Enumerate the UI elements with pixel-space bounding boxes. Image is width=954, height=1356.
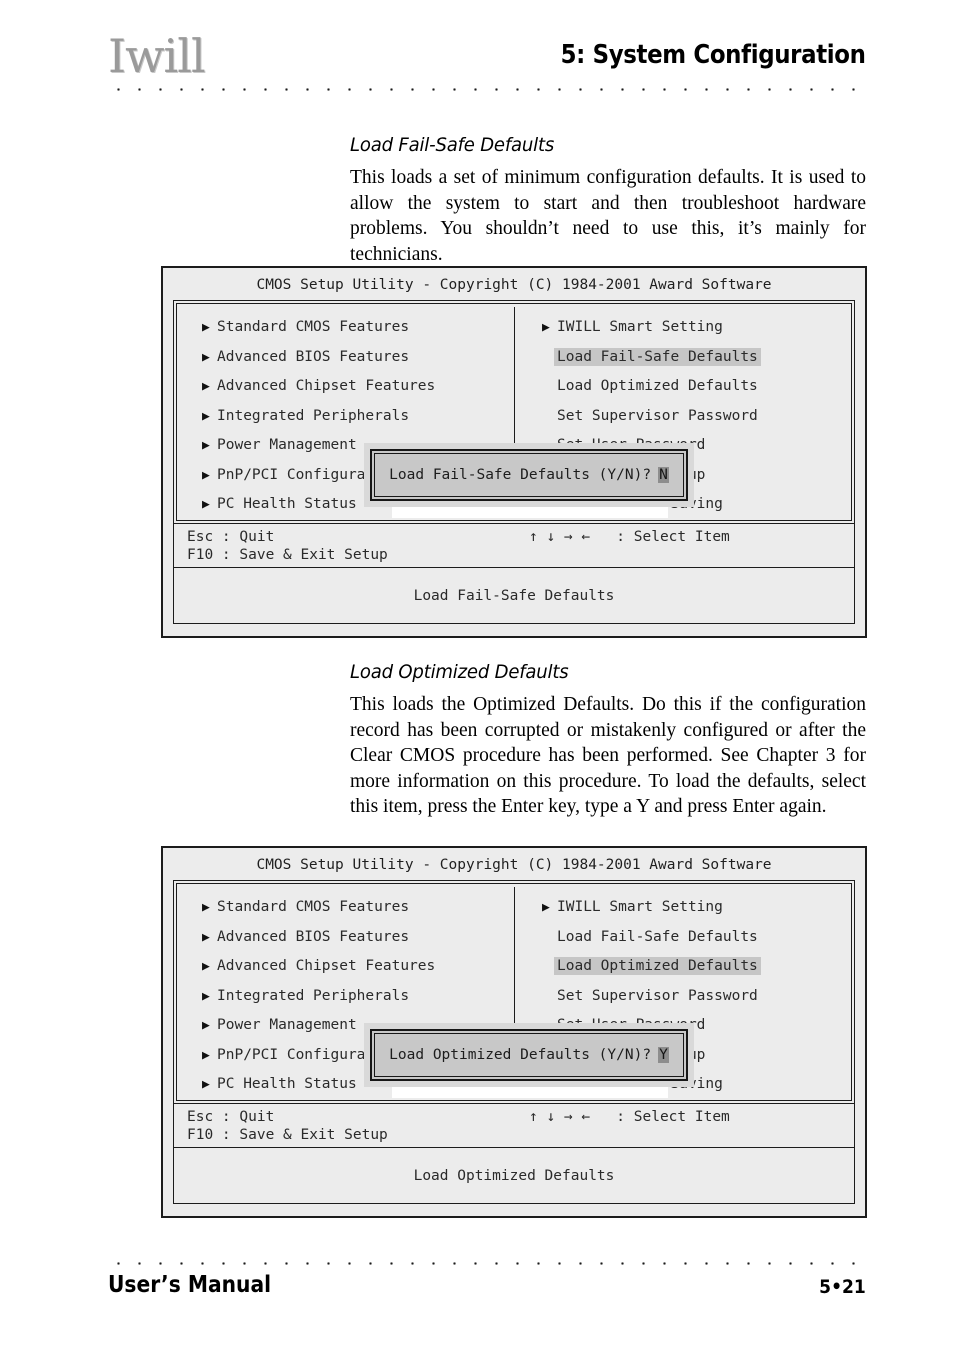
key-help-f10: F10 : Save & Exit Setup bbox=[187, 546, 388, 563]
dialog-prompt: Load Optimized Defaults (Y/N)? bbox=[389, 1047, 652, 1063]
menu-item-label: Set Supervisor Password bbox=[557, 987, 758, 1004]
menu-item-label: Load Fail-Safe Defaults bbox=[557, 928, 758, 945]
footer-dotted-rule bbox=[108, 1262, 866, 1265]
menu-item-advanced-bios-features[interactable]: ▶ Advanced BIOS Features bbox=[202, 343, 514, 373]
menu-item-label: Power Management bbox=[217, 1017, 357, 1033]
menu-item-advanced-bios-features[interactable]: ▶ Advanced BIOS Features bbox=[202, 923, 514, 953]
menu-item-label: IWILL Smart Setting bbox=[557, 899, 723, 915]
dialog-shadow-strip bbox=[392, 501, 668, 518]
triangle-right-icon-placeholder: ▶ bbox=[542, 982, 557, 1012]
dialog-content: Load Fail-Safe Defaults (Y/N)? N bbox=[372, 451, 686, 499]
triangle-right-icon: ▶ bbox=[202, 467, 210, 483]
footer-page-number: 5•21 bbox=[819, 1276, 866, 1298]
menu-item-integrated-peripherals[interactable]: ▶ Integrated Peripherals bbox=[202, 982, 514, 1012]
section-heading-optimized: Load Optimized Defaults bbox=[350, 661, 569, 683]
bios-status-bar: Load Fail-Safe Defaults bbox=[173, 568, 855, 624]
menu-item-set-supervisor-password[interactable]: ▶Set Supervisor Password bbox=[542, 402, 854, 432]
menu-item-label: IWILL Smart Setting bbox=[557, 319, 723, 335]
key-help-select-item: ↑ ↓ → ← : Select Item bbox=[529, 1109, 730, 1125]
menu-item-label: Load Optimized Defaults bbox=[557, 378, 758, 394]
menu-item-integrated-peripherals[interactable]: ▶ Integrated Peripherals bbox=[202, 402, 514, 432]
menu-item-label: Standard CMOS Features bbox=[217, 319, 410, 335]
bios-key-help-bar: Esc : Quit F10 : Save & Exit Setup ↑ ↓ →… bbox=[173, 524, 855, 568]
triangle-right-icon: ▶ bbox=[202, 497, 210, 512]
bios-status-bar: Load Optimized Defaults bbox=[173, 1148, 855, 1204]
menu-item-label: Advanced Chipset Features bbox=[217, 958, 436, 974]
key-help-f10: F10 : Save & Exit Setup bbox=[187, 1126, 388, 1143]
status-text: Load Fail-Safe Defaults bbox=[413, 587, 615, 604]
status-text: Load Optimized Defaults bbox=[413, 1167, 615, 1184]
triangle-right-icon: ▶ bbox=[202, 900, 210, 915]
dialog-answer-cursor[interactable]: N bbox=[658, 467, 669, 483]
triangle-right-icon: ▶ bbox=[202, 1077, 210, 1092]
bios-title-bar: CMOS Setup Utility - Copyright (C) 1984-… bbox=[256, 277, 772, 293]
triangle-right-icon: ▶ bbox=[202, 1018, 210, 1033]
confirm-dialog-optimized[interactable]: Load Optimized Defaults (Y/N)? Y bbox=[370, 1029, 688, 1081]
menu-item-label: Advanced BIOS Features bbox=[217, 928, 410, 945]
menu-item-iwill-smart-setting[interactable]: ▶ IWILL Smart Setting bbox=[542, 893, 854, 923]
triangle-right-icon: ▶ bbox=[202, 349, 210, 365]
iwill-logo: Iwill bbox=[108, 33, 206, 79]
triangle-right-icon: ▶ bbox=[202, 320, 210, 335]
triangle-right-icon: ▶ bbox=[202, 438, 210, 453]
menu-item-advanced-chipset-features[interactable]: ▶ Advanced Chipset Features bbox=[202, 952, 514, 982]
menu-item-label: Advanced BIOS Features bbox=[217, 348, 410, 365]
menu-item-load-fail-safe-defaults[interactable]: ▶Load Fail-Safe Defaults bbox=[542, 343, 854, 373]
section-body-optimized: This loads the Optimized Defaults. Do th… bbox=[350, 694, 866, 818]
dialog-shadow-strip bbox=[392, 1081, 668, 1098]
triangle-right-icon-placeholder: ▶ bbox=[542, 923, 557, 953]
key-help-esc: Esc : Quit bbox=[187, 1109, 275, 1125]
confirm-dialog-fail-safe[interactable]: Load Fail-Safe Defaults (Y/N)? N bbox=[370, 449, 688, 501]
dialog-content: Load Optimized Defaults (Y/N)? Y bbox=[372, 1031, 686, 1079]
triangle-right-icon: ▶ bbox=[202, 929, 210, 945]
key-help-select-item: ↑ ↓ → ← : Select Item bbox=[529, 529, 730, 545]
menu-item-standard-cmos-features[interactable]: ▶ Standard CMOS Features bbox=[202, 313, 514, 343]
bios-screenshot-fail-safe: CMOS Setup Utility - Copyright (C) 1984-… bbox=[161, 266, 867, 638]
bios-screenshot-optimized: CMOS Setup Utility - Copyright (C) 1984-… bbox=[161, 846, 867, 1218]
menu-item-advanced-chipset-features[interactable]: ▶ Advanced Chipset Features bbox=[202, 372, 514, 402]
triangle-right-icon: ▶ bbox=[202, 1047, 210, 1063]
dialog-prompt: Load Fail-Safe Defaults (Y/N)? bbox=[389, 467, 652, 483]
triangle-right-icon: ▶ bbox=[202, 379, 210, 394]
triangle-right-icon: ▶ bbox=[202, 988, 210, 1004]
triangle-right-icon: ▶ bbox=[202, 408, 210, 424]
dialog-answer-cursor[interactable]: Y bbox=[658, 1047, 669, 1063]
menu-item-label: Standard CMOS Features bbox=[217, 899, 410, 915]
menu-item-set-supervisor-password[interactable]: ▶Set Supervisor Password bbox=[542, 982, 854, 1012]
menu-item-label: Power Management bbox=[217, 437, 357, 453]
triangle-right-icon: ▶ bbox=[202, 959, 210, 974]
page-title: 5: System Configuration bbox=[561, 40, 866, 70]
key-help-left: Esc : Quit F10 : Save & Exit Setup bbox=[187, 1109, 388, 1144]
section-heading-fail-safe: Load Fail-Safe Defaults bbox=[350, 134, 555, 156]
section-body-fail-safe: This loads a set of minimum configuratio… bbox=[350, 167, 866, 265]
page-header: Iwill 5: System Configuration bbox=[0, 0, 954, 110]
menu-item-label: Advanced Chipset Features bbox=[217, 378, 436, 394]
menu-item-label: Integrated Peripherals bbox=[217, 987, 410, 1004]
menu-item-label: PC Health Status bbox=[217, 496, 357, 512]
triangle-right-icon: ▶ bbox=[542, 900, 550, 915]
menu-item-load-optimized-defaults[interactable]: ▶Load Optimized Defaults bbox=[542, 952, 854, 982]
menu-item-load-optimized-defaults[interactable]: ▶Load Optimized Defaults bbox=[542, 372, 854, 402]
bios-key-help-bar: Esc : Quit F10 : Save & Exit Setup ↑ ↓ →… bbox=[173, 1104, 855, 1148]
triangle-right-icon: ▶ bbox=[542, 320, 550, 335]
menu-item-label-highlighted: Load Fail-Safe Defaults bbox=[554, 347, 761, 366]
bios-menu-area: ▶ Standard CMOS Features ▶ Advanced BIOS F… bbox=[173, 300, 855, 524]
menu-item-load-fail-safe-defaults[interactable]: ▶Load Fail-Safe Defaults bbox=[542, 923, 854, 953]
bios-menu-area: ▶ Standard CMOS Features ▶ Advanced BIOS F… bbox=[173, 880, 855, 1104]
menu-item-iwill-smart-setting[interactable]: ▶ IWILL Smart Setting bbox=[542, 313, 854, 343]
header-dotted-rule bbox=[108, 88, 866, 91]
footer-manual-label: User’s Manual bbox=[108, 1272, 272, 1298]
menu-item-standard-cmos-features[interactable]: ▶ Standard CMOS Features bbox=[202, 893, 514, 923]
triangle-right-icon-placeholder: ▶ bbox=[542, 372, 557, 402]
triangle-right-icon-placeholder: ▶ bbox=[542, 402, 557, 432]
menu-item-label: Set Supervisor Password bbox=[557, 407, 758, 424]
menu-item-label: Integrated Peripherals bbox=[217, 407, 410, 424]
key-help-left: Esc : Quit F10 : Save & Exit Setup bbox=[187, 529, 388, 564]
key-help-esc: Esc : Quit bbox=[187, 529, 275, 545]
bios-title-bar: CMOS Setup Utility - Copyright (C) 1984-… bbox=[256, 857, 772, 873]
menu-item-label-highlighted: Load Optimized Defaults bbox=[554, 957, 761, 975]
menu-item-label: PC Health Status bbox=[217, 1076, 357, 1092]
logo-text: Iwill bbox=[108, 29, 206, 83]
